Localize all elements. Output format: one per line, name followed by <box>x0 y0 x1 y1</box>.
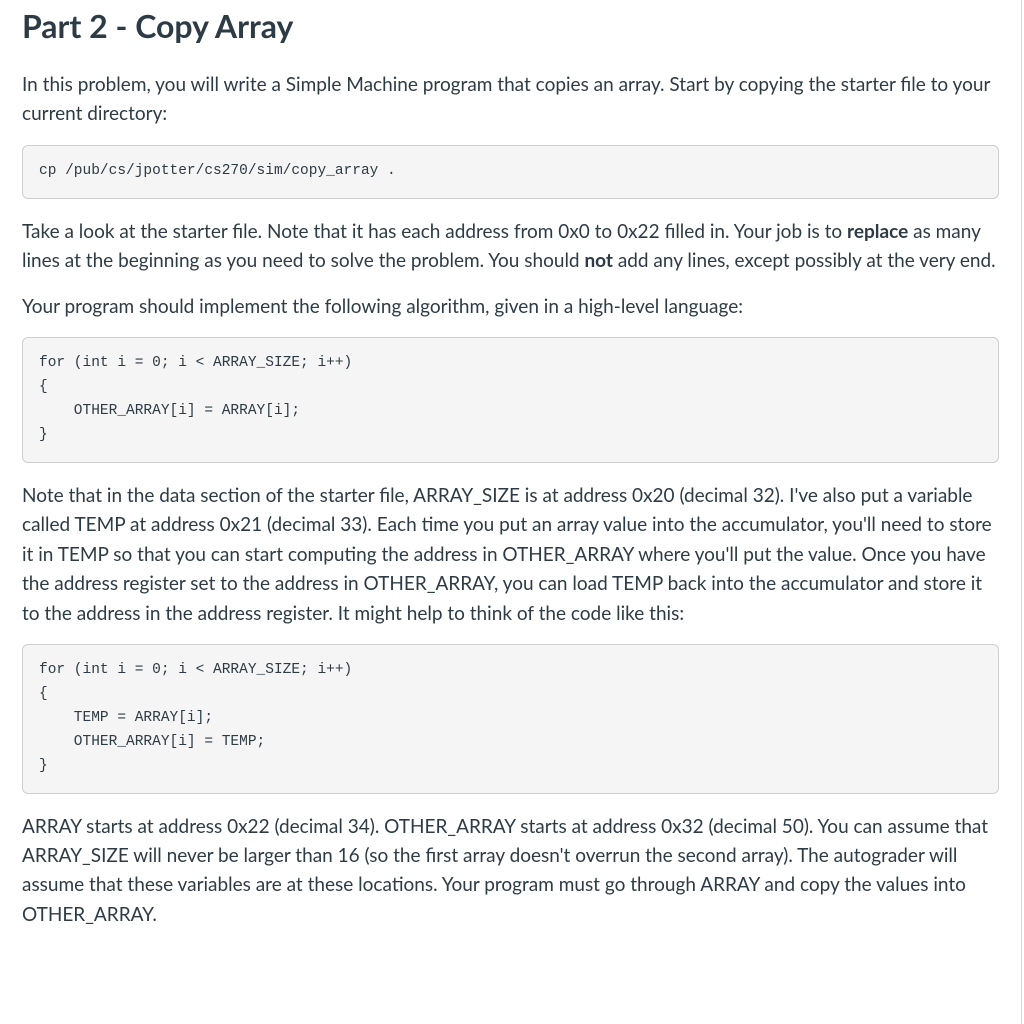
text-segment: add any lines, except possibly at the ve… <box>613 249 996 272</box>
code-block-algorithm-2: for (int i = 0; i < ARRAY_SIZE; i++) { T… <box>22 644 999 794</box>
bold-not: not <box>584 249 613 272</box>
algorithm-intro: Your program should implement the follow… <box>22 292 999 321</box>
array-addresses-paragraph: ARRAY starts at address 0x22 (decimal 34… <box>22 812 999 930</box>
text-segment: Take a look at the starter file. Note th… <box>22 220 847 243</box>
document-page: Part 2 - Copy Array In this problem, you… <box>0 0 1022 1024</box>
bold-replace: replace <box>847 220 908 243</box>
temp-explanation-paragraph: Note that in the data section of the sta… <box>22 481 999 628</box>
code-block-cp: cp /pub/cs/jpotter/cs270/sim/copy_array … <box>22 145 999 199</box>
intro-paragraph: In this problem, you will write a Simple… <box>22 70 999 129</box>
instructions-paragraph: Take a look at the starter file. Note th… <box>22 217 999 276</box>
code-block-algorithm-1: for (int i = 0; i < ARRAY_SIZE; i++) { O… <box>22 337 999 463</box>
page-title: Part 2 - Copy Array <box>22 0 999 56</box>
